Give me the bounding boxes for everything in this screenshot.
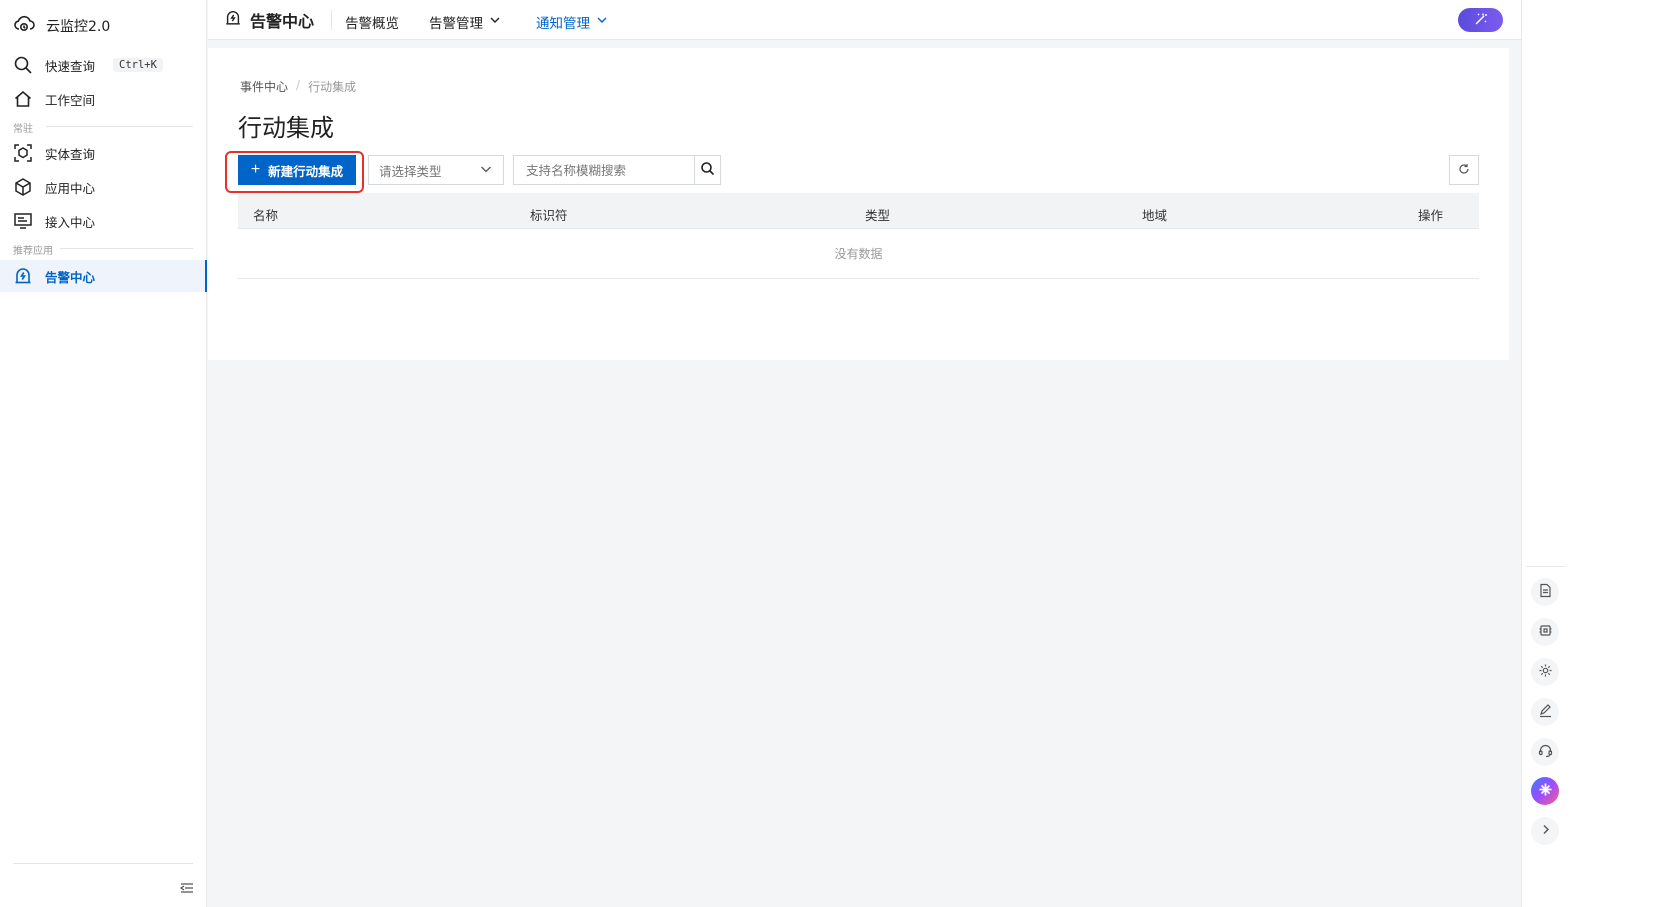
search-icon	[700, 161, 715, 179]
tab-label: 通知管理	[536, 16, 590, 32]
plus-icon: +	[250, 161, 261, 178]
content-card: 事件中心 / 行动集成 行动集成 + 新建行动集成 请选择类型 名称 标识符 类…	[208, 48, 1509, 360]
edit-icon	[1538, 703, 1553, 721]
breadcrumb-item-event-center[interactable]: 事件中心	[240, 78, 288, 95]
breadcrumb: 事件中心 / 行动集成	[240, 78, 356, 95]
cube-icon	[13, 177, 33, 197]
chevron-down-icon	[596, 14, 608, 30]
sidebar-item-app-center[interactable]: 应用中心	[0, 171, 207, 203]
sidebar: 云监控2.0 快速查询 Ctrl+K 工作空间 常驻 实体查询 应用中心 接入中…	[0, 0, 207, 907]
search-icon	[13, 55, 33, 75]
create-action-integration-button[interactable]: + 新建行动集成	[238, 155, 356, 185]
divider	[13, 863, 193, 864]
column-header-region: 地域	[1142, 208, 1168, 223]
column-header-type: 类型	[865, 208, 891, 223]
column-header-name: 名称	[253, 208, 279, 223]
support-button[interactable]	[1531, 738, 1559, 766]
ai-assistant-button[interactable]	[1458, 8, 1503, 32]
tab-label: 告警管理	[429, 16, 483, 32]
divider	[331, 10, 332, 30]
chevron-right-icon	[1538, 822, 1553, 840]
shortcut-badge: Ctrl+K	[113, 58, 163, 72]
api-button[interactable]	[1531, 618, 1559, 646]
group-label-recommend: 推荐应用	[13, 246, 53, 257]
table-header: 名称 标识符 类型 地域 操作	[238, 193, 1479, 229]
chevron-down-icon	[479, 162, 493, 179]
create-button-label: 新建行动集成	[268, 164, 344, 179]
document-icon	[1538, 583, 1553, 601]
divider	[46, 126, 193, 127]
refresh-button[interactable]	[1449, 155, 1479, 185]
column-header-actions: 操作	[1418, 208, 1444, 223]
search-input[interactable]	[514, 155, 694, 185]
search-button[interactable]	[694, 155, 720, 185]
sidebar-item-label: 告警中心	[45, 269, 96, 285]
sparkle-icon	[1538, 782, 1553, 800]
sidebar-item-entity-query[interactable]: 实体查询	[0, 137, 207, 169]
quick-search[interactable]: 快速查询 Ctrl+K	[0, 49, 207, 81]
search-box	[513, 155, 721, 185]
divider	[60, 248, 193, 249]
group-label-common: 常驻	[13, 124, 33, 135]
gear-icon	[1538, 663, 1553, 681]
ai-copilot-button[interactable]	[1531, 777, 1559, 805]
settings-button[interactable]	[1531, 658, 1559, 686]
chevron-down-icon	[489, 14, 501, 30]
sidebar-item-label: 接入中心	[45, 214, 96, 230]
column-header-identifier: 标识符	[530, 208, 568, 223]
expand-rail-button[interactable]	[1531, 817, 1559, 845]
headset-icon	[1538, 743, 1553, 761]
docs-button[interactable]	[1531, 578, 1559, 606]
magic-wand-icon	[1474, 12, 1488, 29]
quick-search-label: 快速查询	[45, 58, 96, 74]
alarm-icon	[13, 266, 33, 286]
entity-scan-icon	[13, 143, 33, 163]
topbar: 告警中心 告警概览 告警管理 通知管理	[208, 0, 1606, 40]
brand[interactable]: 云监控2.0	[12, 14, 110, 38]
feedback-button[interactable]	[1531, 698, 1559, 726]
collapse-sidebar-icon[interactable]	[179, 880, 195, 896]
divider	[1526, 566, 1566, 567]
monitor-icon	[13, 211, 33, 231]
sidebar-item-access-center[interactable]: 接入中心	[0, 205, 207, 237]
sidebar-item-label: 应用中心	[45, 180, 96, 196]
right-tool-rail	[1521, 0, 1656, 907]
type-select-placeholder: 请选择类型	[379, 163, 442, 179]
sidebar-item-label: 实体查询	[45, 146, 96, 162]
refresh-icon	[1458, 163, 1470, 178]
alarm-icon	[224, 9, 242, 31]
sidebar-item-alarm-center[interactable]: 告警中心	[0, 260, 207, 292]
breadcrumb-separator: /	[296, 78, 301, 92]
sidebar-item-label: 工作空间	[45, 92, 96, 108]
type-select[interactable]: 请选择类型	[368, 155, 504, 185]
page-title: 行动集成	[238, 114, 334, 142]
tab-notification-management[interactable]: 通知管理	[536, 12, 608, 32]
product-title[interactable]: 告警中心	[224, 8, 314, 32]
product-title-text: 告警中心	[250, 12, 315, 31]
tab-label: 告警概览	[345, 16, 399, 32]
integration-table: 名称 标识符 类型 地域 操作 没有数据	[238, 193, 1479, 279]
api-icon	[1538, 623, 1553, 641]
tab-alarm-management[interactable]: 告警管理	[429, 12, 501, 32]
sidebar-item-workspace[interactable]: 工作空间	[0, 83, 207, 115]
brand-name: 云监控2.0	[46, 19, 111, 35]
home-icon	[13, 89, 33, 109]
table-empty-state: 没有数据	[238, 229, 1479, 279]
tab-alarm-overview[interactable]: 告警概览	[345, 12, 399, 32]
breadcrumb-item-current: 行动集成	[308, 80, 357, 94]
cloud-monitor-logo-icon	[12, 12, 36, 40]
